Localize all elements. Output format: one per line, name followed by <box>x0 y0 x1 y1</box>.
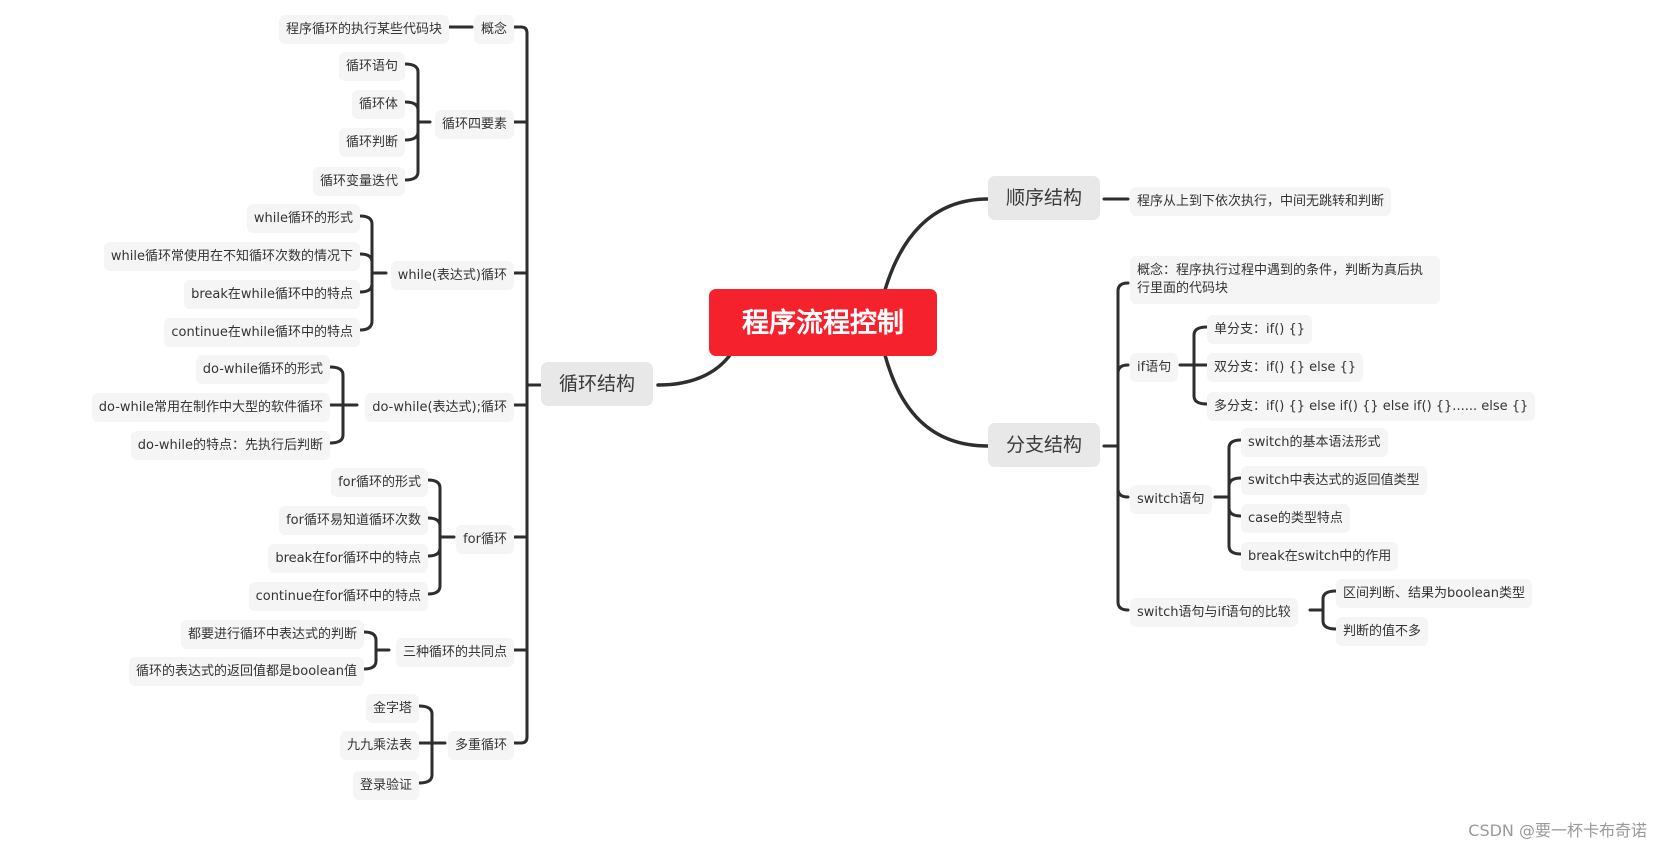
leaf-four-elements[interactable]: 循环体 <box>351 90 405 119</box>
topic-branch-concept[interactable]: 概念：程序执行过程中遇到的条件，判断为真后执行里面的代码块 <box>1130 256 1440 304</box>
leaf-common[interactable]: 都要进行循环中表达式的判断 <box>180 620 364 649</box>
connector-root-sequence <box>883 197 990 292</box>
leaf-for[interactable]: for循环易知道循环次数 <box>279 506 428 535</box>
leaf-multi-loop[interactable]: 登录验证 <box>352 771 419 800</box>
leaf-if[interactable]: 单分支：if() {} <box>1207 315 1313 344</box>
leaf-multi-loop[interactable]: 九九乘法表 <box>339 731 419 760</box>
leaf-compare[interactable]: 判断的值不多 <box>1336 617 1429 646</box>
connector-loop-spine <box>512 25 543 745</box>
leaf-four-elements[interactable]: 循环变量迭代 <box>312 167 405 196</box>
leaf-four-elements[interactable]: 循环判断 <box>338 128 405 157</box>
connector-if <box>1178 325 1209 406</box>
leaf-while[interactable]: while循环的形式 <box>246 204 360 233</box>
leaf-for[interactable]: for循环的形式 <box>331 468 428 497</box>
topic-if[interactable]: if语句 <box>1130 353 1179 382</box>
leaf-if[interactable]: 多分支：if() {} else if() {} else if() {}...… <box>1207 392 1536 421</box>
leaf-switch[interactable]: switch中表达式的返回值类型 <box>1241 466 1427 495</box>
leaf-four-elements[interactable]: 循环语句 <box>338 52 405 81</box>
leaf-for[interactable]: break在for循环中的特点 <box>268 544 428 573</box>
topic-while[interactable]: while(表达式)循环 <box>390 261 514 290</box>
leaf-while[interactable]: continue在while循环中的特点 <box>164 318 360 347</box>
leaf-switch[interactable]: break在switch中的作用 <box>1241 542 1399 571</box>
connector-common <box>362 630 391 671</box>
topic-for[interactable]: for循环 <box>456 525 514 554</box>
connector-while <box>358 214 388 332</box>
connector-four-elements <box>403 62 432 182</box>
connector-for <box>426 478 456 596</box>
root-node[interactable]: 程序流程控制 <box>709 289 937 356</box>
leaf-if[interactable]: 双分支：if() {} else {} <box>1207 353 1364 382</box>
leaf-switch[interactable]: switch的基本语法形式 <box>1241 428 1388 457</box>
leaf-common[interactable]: 循环的表达式的返回值都是boolean值 <box>129 657 364 686</box>
connector-compare <box>1308 589 1338 631</box>
topic-common[interactable]: 三种循环的共同点 <box>395 638 514 667</box>
topic-do-while[interactable]: do-while(表达式);循环 <box>365 393 514 422</box>
leaf-do-while[interactable]: do-while循环的形式 <box>195 355 330 384</box>
leaf-for[interactable]: continue在for循环中的特点 <box>248 582 428 611</box>
topic-concept[interactable]: 概念 <box>473 15 514 44</box>
leaf-do-while[interactable]: do-while的特点：先执行后判断 <box>130 431 330 460</box>
leaf-do-while[interactable]: do-while常用在制作中大型的软件循环 <box>91 393 330 422</box>
topic-four-elements[interactable]: 循环四要素 <box>434 110 514 139</box>
watermark: CSDN @要一杯卡布奇诺 <box>1468 821 1647 840</box>
leaf-while[interactable]: while循环常使用在不知循环次数的情况下 <box>103 242 360 271</box>
main-node-branch[interactable]: 分支结构 <box>988 423 1101 467</box>
leaf-multi-loop[interactable]: 金字塔 <box>365 694 419 723</box>
leaf-concept[interactable]: 程序循环的执行某些代码块 <box>278 15 449 44</box>
connector-root-branch <box>883 353 990 448</box>
connector-multi <box>417 704 447 785</box>
leaf-while[interactable]: break在while循环中的特点 <box>184 280 360 309</box>
connector-root-loop <box>656 353 732 387</box>
topic-multi-loop[interactable]: 多重循环 <box>447 731 514 760</box>
leaf-sequence[interactable]: 程序从上到下依次执行，中间无跳转和判断 <box>1130 187 1392 216</box>
main-node-sequence[interactable]: 顺序结构 <box>988 176 1101 220</box>
leaf-compare[interactable]: 区间判断、结果为boolean类型 <box>1336 579 1532 608</box>
main-node-loop[interactable]: 循环结构 <box>541 362 654 406</box>
leaf-switch[interactable]: case的类型特点 <box>1241 504 1350 533</box>
connector-lines <box>328 25 1338 785</box>
connector-switch <box>1213 438 1243 556</box>
connector-do-while <box>328 365 359 445</box>
topic-compare[interactable]: switch语句与if语句的比较 <box>1130 598 1298 627</box>
topic-switch[interactable]: switch语句 <box>1130 485 1212 514</box>
connector-branch-spine <box>1102 281 1130 612</box>
